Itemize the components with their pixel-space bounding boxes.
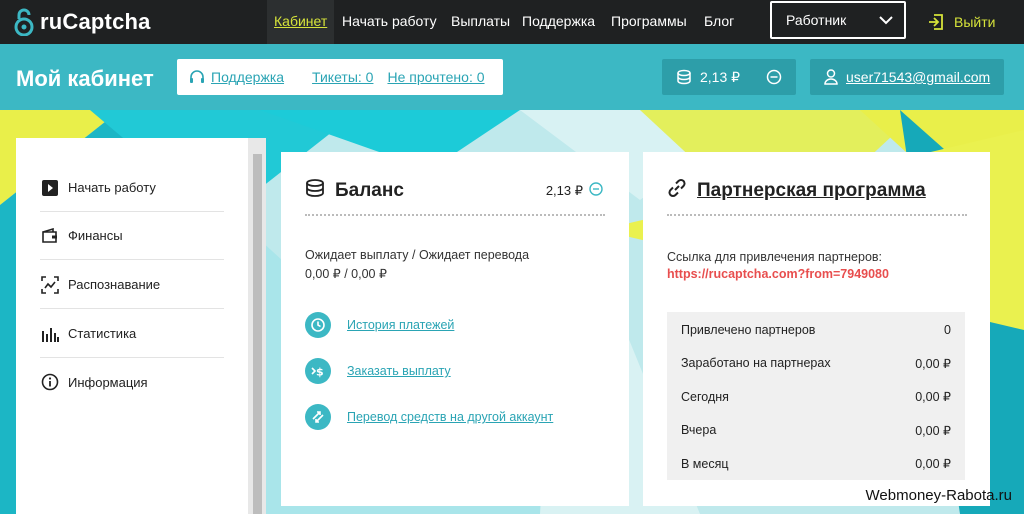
- balance-amount-value: 2,13 ₽: [545, 182, 583, 198]
- logout-icon: [929, 14, 943, 30]
- stat-value: 0,00 ₽: [915, 457, 951, 471]
- partner-program-link[interactable]: Партнерская программа: [697, 180, 926, 202]
- stat-value: 0,00 ₽: [915, 390, 951, 404]
- stat-row: Заработано на партнерах 0,00 ₽: [681, 347, 951, 380]
- user-icon: [824, 69, 838, 85]
- partner-stats-table: Привлечено партнеров 0 Заработано на партн…: [667, 312, 965, 480]
- referral-link[interactable]: https://rucaptcha.com?from=7949080: [667, 267, 889, 281]
- stat-row: Сегодня 0,00 ₽: [681, 380, 951, 413]
- divider: [305, 214, 605, 216]
- nav-start-work[interactable]: Начать работу: [335, 0, 444, 44]
- stat-label: Вчера: [681, 423, 717, 437]
- stat-label: Привлечено партнеров: [681, 322, 816, 337]
- balance-card: Баланс 2,13 ₽ Ожидает выплату / Ожидает …: [281, 152, 629, 506]
- nav-support[interactable]: Поддержка: [515, 0, 602, 44]
- sidebar-item-label: Информация: [68, 374, 148, 390]
- role-select-value: Работник: [786, 12, 847, 28]
- support-panel: Поддержка Тикеты: 0 Не прочтено: 0: [177, 59, 503, 95]
- sidebar-item-statistics[interactable]: Статистика: [40, 310, 224, 358]
- header-balance-value: 2,13 ₽: [700, 68, 741, 85]
- stat-row: Привлечено партнеров 0: [681, 313, 951, 346]
- recognition-icon: [40, 275, 60, 295]
- stat-label: Сегодня: [681, 389, 729, 404]
- stat-label: Заработано на партнерах: [681, 356, 831, 370]
- balance-card-title: Баланс: [305, 178, 404, 204]
- logo-text: ruCaptcha: [40, 9, 151, 34]
- stat-value: 0,00 ₽: [915, 423, 951, 438]
- partner-card-title: Партнерская программа: [667, 178, 926, 204]
- headset-icon: [190, 70, 204, 83]
- sidebar-item-label: Статистика: [68, 326, 137, 341]
- order-payout-action[interactable]: $ Заказать выплату: [305, 358, 451, 384]
- balance-title-text: Баланс: [335, 180, 404, 201]
- sidebar-item-label: Распознавание: [68, 277, 161, 292]
- play-icon: [40, 178, 60, 198]
- payment-history-action[interactable]: История платежей: [305, 312, 454, 338]
- nav-blog[interactable]: Блог: [697, 0, 741, 44]
- payout-icon: $: [305, 358, 331, 384]
- minus-circle-icon[interactable]: [766, 69, 782, 88]
- transfer-icon: [305, 404, 331, 430]
- pending-value: 0,00 ₽ / 0,00 ₽: [305, 267, 387, 281]
- nav-cabinet[interactable]: Кабинет: [267, 0, 335, 44]
- transfer-funds-link[interactable]: Перевод средств на другой аккаунт: [347, 410, 553, 424]
- support-link[interactable]: Поддержка: [211, 69, 284, 85]
- transfer-funds-action[interactable]: Перевод средств на другой аккаунт: [305, 404, 553, 430]
- scrollbar-thumb[interactable]: [253, 154, 262, 514]
- role-select[interactable]: Работник: [770, 1, 906, 39]
- user-account[interactable]: user71543@gmail.com: [810, 59, 1004, 95]
- page-title: Мой кабинет: [16, 66, 154, 91]
- unread-link[interactable]: Не прочтено: 0: [387, 69, 484, 85]
- link-icon: [667, 178, 687, 204]
- partner-card: Партнерская программа Ссылка для привлеч…: [643, 152, 990, 506]
- sidebar-item-label: Финансы: [68, 228, 123, 243]
- nav-programs[interactable]: Программы: [604, 0, 694, 44]
- user-email-link[interactable]: user71543@gmail.com: [846, 69, 990, 85]
- sidebar-item-information[interactable]: Информация: [40, 358, 224, 406]
- referral-label: Ссылка для привлечения партнеров:: [667, 250, 883, 264]
- sidebar-item-start-work[interactable]: Начать работу: [40, 164, 224, 212]
- sidebar-item-finance[interactable]: Финансы: [40, 212, 224, 260]
- stat-value: 0: [944, 322, 951, 337]
- sidebar: Начать работу Финансы Распознавание Стат…: [16, 138, 248, 514]
- stat-value: 0,00 ₽: [915, 356, 951, 371]
- stat-label: В месяц: [681, 456, 729, 471]
- logout-label: Выйти: [954, 14, 996, 30]
- cabinet-header: Мой кабинет Поддержка Тикеты: 0 Не прочт…: [0, 44, 1024, 110]
- logout-button[interactable]: Выйти: [928, 0, 995, 44]
- watermark-text: Webmoney-Rabota.ru: [865, 487, 1012, 504]
- logo[interactable]: ruCaptcha: [14, 6, 151, 38]
- sidebar-item-recognition[interactable]: Распознавание: [40, 261, 224, 309]
- header-balance[interactable]: 2,13 ₽: [662, 59, 796, 95]
- sidebar-item-label: Начать работу: [68, 180, 156, 195]
- lock-logo-icon: [14, 8, 34, 36]
- order-payout-link[interactable]: Заказать выплату: [347, 364, 451, 378]
- pending-label: Ожидает выплату / Ожидает перевода: [305, 248, 530, 262]
- svg-text:$: $: [316, 366, 324, 379]
- history-icon: [305, 312, 331, 338]
- balance-amount: 2,13 ₽: [546, 182, 603, 199]
- coins-icon: [305, 178, 325, 204]
- top-navbar: ruCaptcha Кабинет Начать работу Выплаты …: [0, 0, 1024, 44]
- stats-icon: [40, 324, 60, 344]
- stat-row: Вчера 0,00 ₽: [681, 414, 951, 447]
- wallet-icon: [40, 226, 60, 246]
- divider: [667, 214, 967, 216]
- payment-history-link[interactable]: История платежей: [347, 318, 454, 332]
- coins-icon: [677, 69, 691, 85]
- minus-circle-icon[interactable]: [589, 182, 603, 199]
- nav-payouts[interactable]: Выплаты: [444, 0, 517, 44]
- tickets-link[interactable]: Тикеты: 0: [312, 69, 373, 85]
- info-icon: [40, 372, 60, 392]
- stat-row: В месяц 0,00 ₽: [681, 447, 951, 480]
